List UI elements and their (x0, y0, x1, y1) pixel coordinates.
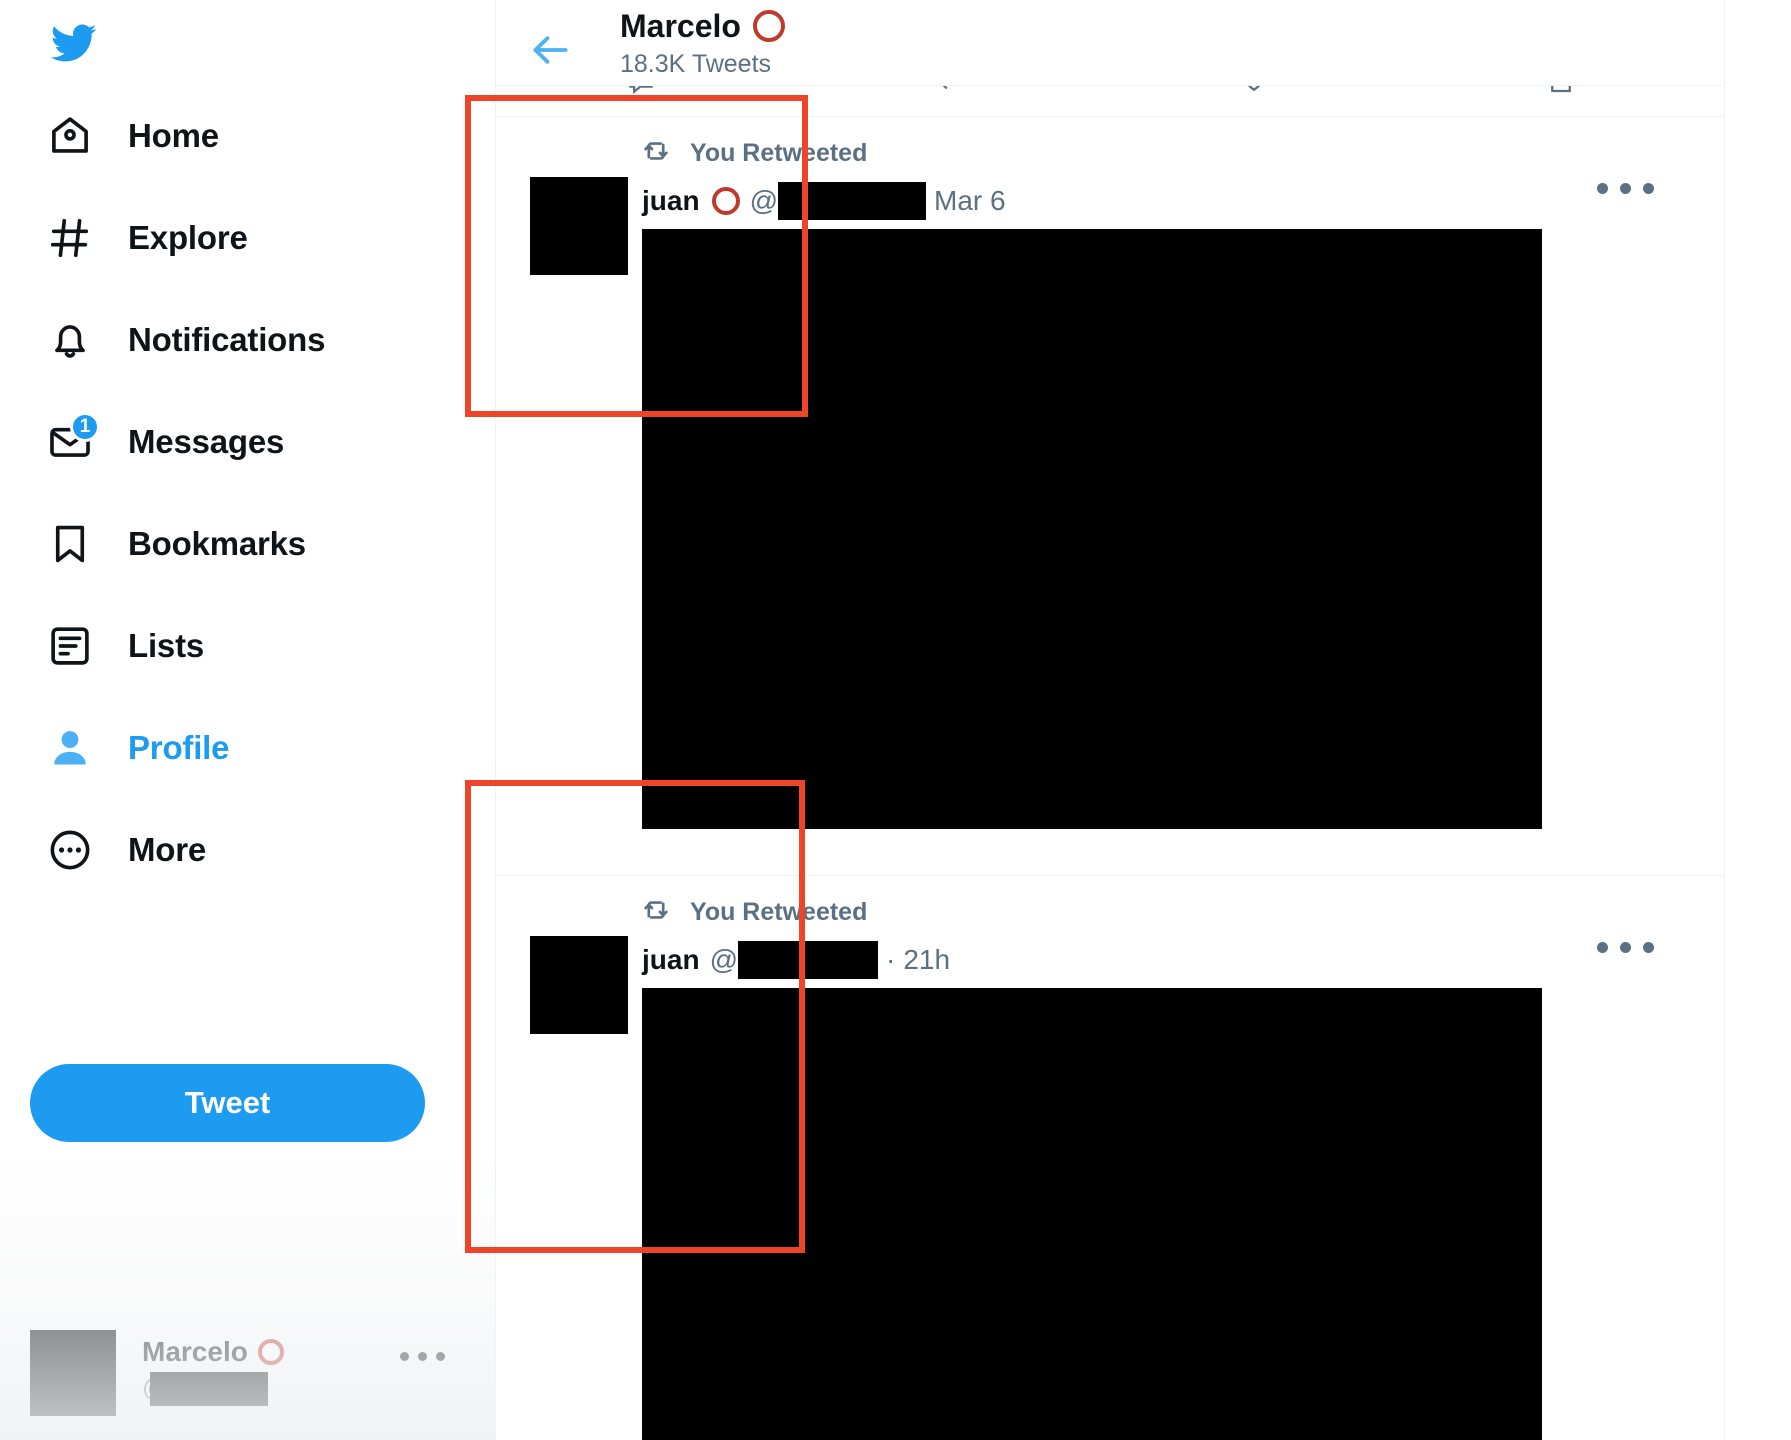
author-name-text: juan (642, 944, 700, 975)
tweet-avatar-column (516, 135, 642, 829)
reply-icon[interactable] (626, 86, 656, 101)
sidebar-item-label: Messages (128, 423, 285, 460)
sidebar-item-label: Notifications (128, 321, 326, 358)
compose-tweet-button[interactable]: Tweet (30, 1064, 425, 1142)
tweet-body: You Retweeted juan @ · 21h (642, 894, 1724, 1440)
tweet-handle-prefix: @ (709, 944, 738, 975)
account-name-text: Marcelo (142, 1336, 248, 1367)
tweet-meta-separator: · (886, 944, 896, 975)
retweet-icon (640, 894, 672, 931)
sidebar-item-label: Profile (128, 729, 230, 766)
retweet-icon[interactable] (933, 86, 963, 101)
left-sidebar: Home Explore Notifications 1 Messages Bo… (0, 0, 495, 1440)
retweet-context: You Retweeted (640, 894, 1724, 930)
sidebar-item-profile[interactable]: Profile (0, 712, 460, 784)
sidebar-item-lists[interactable]: Lists (0, 610, 460, 682)
redaction-block (738, 941, 878, 979)
page-title-text: Marcelo (620, 8, 741, 44)
previous-tweet-actions-stub (496, 86, 1724, 116)
account-handle: @ (142, 1372, 460, 1406)
tweet-actions-row[interactable] (626, 86, 1576, 101)
retweet-context: You Retweeted (640, 135, 1724, 171)
sidebar-item-label: More (128, 831, 207, 868)
sidebar-item-messages[interactable]: 1 Messages (0, 406, 460, 478)
account-more-dots-icon[interactable] (400, 1352, 445, 1361)
share-icon[interactable] (1546, 86, 1576, 101)
sidebar-nav: Home Explore Notifications 1 Messages Bo… (0, 100, 460, 916)
tweet-author-name: juan (642, 944, 700, 976)
sidebar-item-more[interactable]: More (0, 814, 460, 886)
main-timeline-column: Marcelo 18.3K Tweets You Retweeted juan … (495, 0, 1725, 1440)
messages-unread-badge: 1 (70, 412, 100, 442)
red-circle-emoji (711, 187, 740, 215)
redaction-block (150, 1372, 268, 1406)
retweet-label: You Retweeted (690, 897, 868, 926)
account-switcher[interactable]: Marcelo @ (30, 1330, 460, 1435)
tweet-item[interactable]: You Retweeted juan @ Mar 6 (496, 117, 1724, 875)
right-gutter (1725, 0, 1791, 1440)
twitter-bird-logo[interactable] (42, 12, 104, 74)
tweet-count-label: 18.3K Tweets (620, 50, 772, 78)
red-circle-emoji (752, 10, 785, 42)
tweet-timestamp: 21h (903, 944, 951, 975)
tweet-timestamp: Mar 6 (934, 185, 1006, 216)
red-circle-emoji (257, 1339, 284, 1365)
sidebar-item-home[interactable]: Home (0, 100, 460, 172)
home-icon (44, 110, 96, 162)
envelope-icon: 1 (44, 412, 100, 468)
sidebar-item-explore[interactable]: Explore (0, 202, 460, 274)
person-icon (44, 722, 96, 774)
profile-header: Marcelo 18.3K Tweets (496, 0, 1724, 85)
page-title: Marcelo (620, 6, 785, 46)
retweet-icon (640, 135, 672, 172)
tweet-more-dots-icon[interactable] (1597, 183, 1654, 194)
like-icon[interactable] (1239, 86, 1269, 101)
sidebar-item-label: Bookmarks (128, 525, 306, 562)
tweet-author-row: juan @ · 21h (642, 938, 1724, 982)
tweet-more-dots-icon[interactable] (1597, 942, 1654, 953)
tweet-body: You Retweeted juan @ Mar 6 (642, 135, 1724, 829)
tweet-author-name: juan (642, 185, 740, 217)
hashtag-icon (44, 212, 96, 264)
tweet-handle-prefix: @ (749, 185, 778, 216)
avatar (30, 1330, 116, 1416)
account-info: Marcelo @ (142, 1330, 460, 1406)
sidebar-item-label: Lists (128, 627, 205, 664)
tweet-author-row: juan @ Mar 6 (642, 179, 1724, 223)
tweet-item[interactable]: You Retweeted juan @ · 21h (496, 876, 1724, 1440)
back-arrow-icon[interactable] (518, 18, 582, 82)
bell-icon (44, 314, 96, 366)
sidebar-item-bookmarks[interactable]: Bookmarks (0, 508, 460, 580)
sidebar-item-label: Explore (128, 219, 248, 256)
tweet-avatar-column (516, 894, 642, 1440)
more-circle-icon (44, 824, 96, 876)
author-name-text: juan (642, 185, 700, 216)
avatar[interactable] (530, 936, 628, 1034)
twitter-profile-screen: Home Explore Notifications 1 Messages Bo… (0, 0, 1791, 1440)
list-icon (44, 620, 96, 672)
sidebar-item-notifications[interactable]: Notifications (0, 304, 460, 376)
bookmark-icon (44, 518, 96, 570)
avatar[interactable] (530, 177, 628, 275)
retweet-label: You Retweeted (690, 138, 868, 167)
header-titles: Marcelo 18.3K Tweets (620, 4, 785, 79)
redaction-block (642, 229, 1542, 829)
redaction-block (778, 182, 926, 220)
redaction-block (642, 988, 1542, 1440)
sidebar-item-label: Home (128, 117, 219, 154)
